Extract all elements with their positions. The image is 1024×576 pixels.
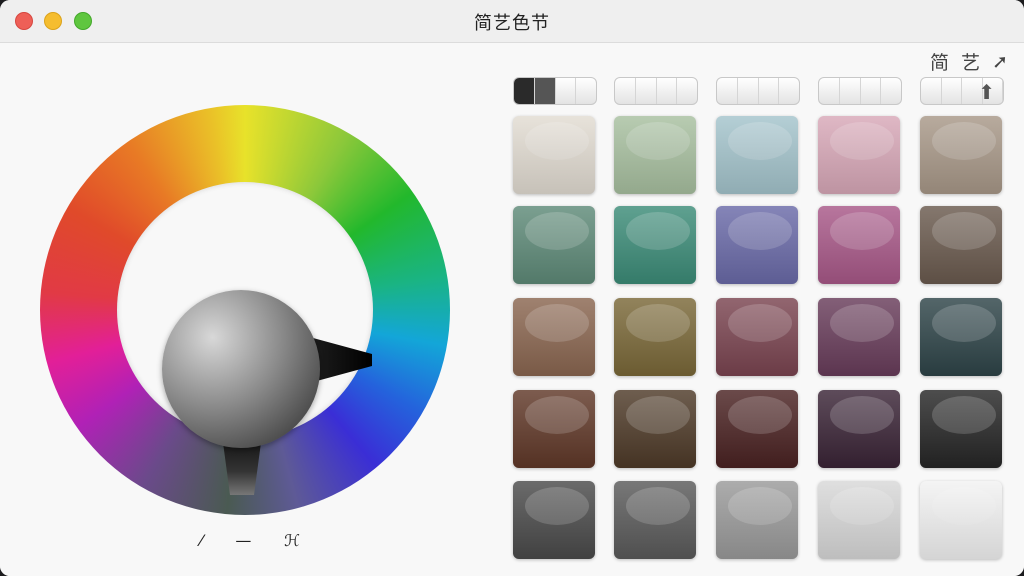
color-swatch[interactable] — [818, 298, 900, 376]
color-swatch[interactable] — [513, 298, 595, 376]
main-content: 简 艺 ➚ ⁄ — ℋ ⬆ — [0, 43, 1024, 576]
color-swatch[interactable] — [818, 390, 900, 468]
expand-arrow-icon[interactable]: ➚ — [992, 51, 1008, 73]
color-swatch[interactable] — [614, 481, 696, 559]
color-swatch[interactable] — [614, 206, 696, 284]
color-swatch[interactable] — [614, 298, 696, 376]
wheel-toolbar: ⁄ — ℋ — [200, 531, 300, 550]
color-swatch[interactable] — [716, 116, 798, 194]
palette-tab-5[interactable]: ⬆ — [920, 77, 1004, 105]
color-swatch[interactable] — [920, 390, 1002, 468]
app-window: 简艺色节 简 艺 ➚ ⁄ — ℋ ⬆ — [0, 0, 1024, 576]
window-title: 简艺色节 — [474, 13, 550, 34]
color-swatch[interactable] — [920, 206, 1002, 284]
color-swatch[interactable] — [818, 206, 900, 284]
color-knob[interactable] — [162, 290, 320, 448]
color-swatch[interactable] — [920, 298, 1002, 376]
color-swatch[interactable] — [614, 390, 696, 468]
palette-tab-4[interactable] — [818, 77, 902, 105]
color-swatch[interactable] — [614, 116, 696, 194]
color-swatch[interactable] — [920, 116, 1002, 194]
tool-glyph-icon[interactable]: ℋ — [284, 531, 300, 550]
color-swatch[interactable] — [716, 390, 798, 468]
color-swatch[interactable] — [818, 481, 900, 559]
up-arrow-icon: ⬆ — [978, 80, 995, 104]
tool-char-yi[interactable]: 艺 — [961, 48, 980, 75]
palette-tab-2[interactable] — [614, 77, 698, 105]
eyedropper-icon[interactable]: ⁄ — [200, 531, 203, 550]
dash-icon[interactable]: — — [235, 531, 251, 550]
color-wheel[interactable] — [40, 105, 450, 515]
palette-tab-1[interactable] — [513, 77, 597, 105]
tool-char-jian[interactable]: 简 — [930, 48, 949, 75]
color-swatch[interactable] — [513, 206, 595, 284]
color-swatch[interactable] — [513, 481, 595, 559]
color-swatch[interactable] — [920, 481, 1002, 559]
palette-tab-3[interactable] — [716, 77, 800, 105]
color-swatch[interactable] — [513, 116, 595, 194]
color-swatch[interactable] — [716, 481, 798, 559]
color-swatch[interactable] — [513, 390, 595, 468]
color-swatch[interactable] — [716, 298, 798, 376]
corner-toolbar: 简 艺 ➚ — [930, 48, 1008, 75]
title-bar: 简艺色节 — [0, 0, 1024, 43]
color-swatch[interactable] — [716, 206, 798, 284]
color-swatch[interactable] — [818, 116, 900, 194]
